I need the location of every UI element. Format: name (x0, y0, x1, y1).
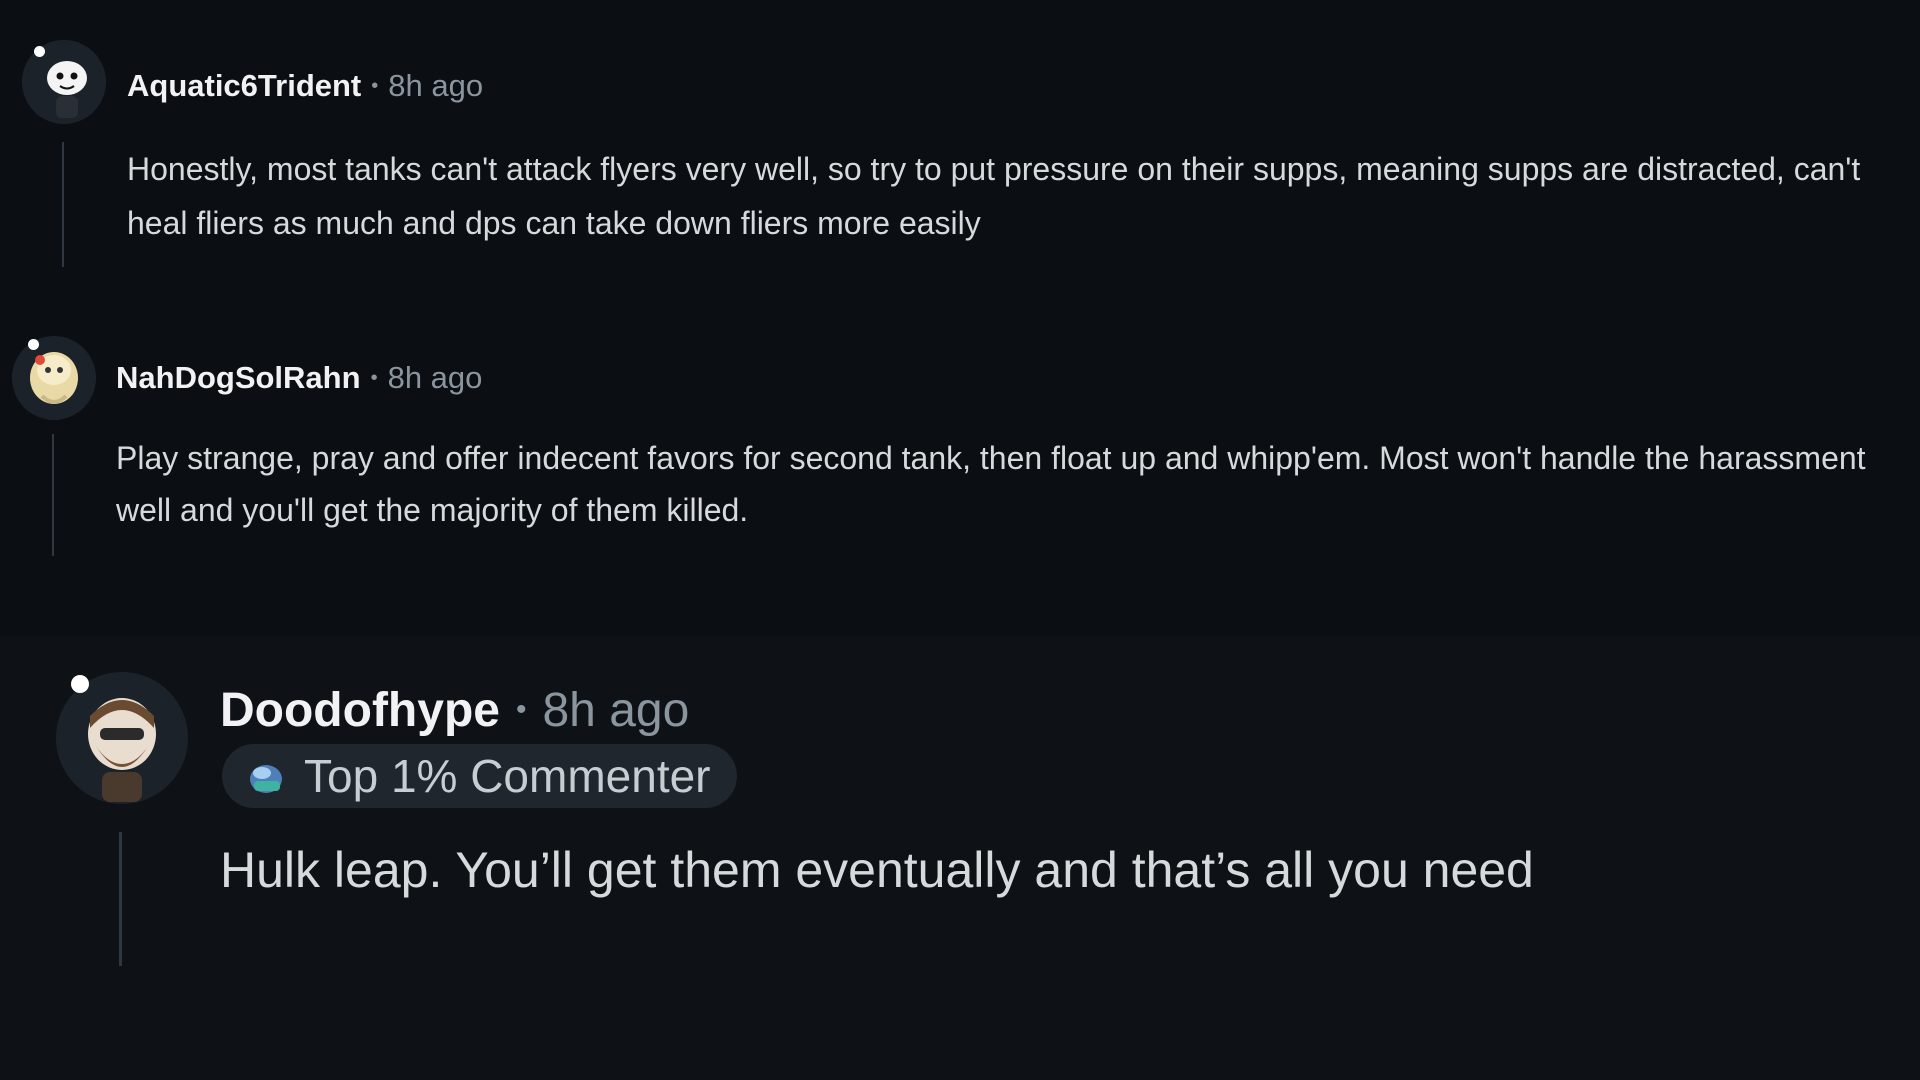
meta-separator: • (371, 74, 379, 97)
timestamp[interactable]: 8h ago (388, 68, 483, 104)
flair-label: Top 1% Commenter (304, 750, 711, 802)
username[interactable]: NahDogSolRahn (116, 360, 361, 396)
comment-3: Doodofhype • 8h ago Top 1% Commenter Hul… (0, 636, 1920, 1080)
timestamp[interactable]: 8h ago (542, 683, 689, 738)
meta-separator: • (370, 366, 378, 389)
online-indicator (71, 675, 89, 693)
comment-meta: Aquatic6Trident • 8h ago (127, 66, 483, 106)
thread-line[interactable] (52, 434, 54, 556)
snoo-avatar-icon (12, 336, 96, 420)
comment-meta: NahDogSolRahn • 8h ago (116, 358, 482, 398)
online-indicator (28, 339, 39, 350)
meta-separator: • (515, 693, 527, 726)
comment-2: NahDogSolRahn • 8h ago Play strange, pra… (0, 280, 1920, 580)
avatar[interactable] (12, 336, 96, 420)
comment-body: Hulk leap. You’ll get them eventually an… (220, 842, 1534, 898)
thread-line[interactable] (62, 142, 64, 267)
online-indicator (34, 46, 45, 57)
username[interactable]: Aquatic6Trident (127, 68, 361, 104)
username[interactable]: Doodofhype (220, 683, 500, 738)
timestamp[interactable]: 8h ago (388, 360, 483, 396)
comment-body: Honestly, most tanks can't attack flyers… (127, 151, 1861, 241)
user-flair-badge[interactable]: Top 1% Commenter (222, 744, 737, 808)
commenter-badge-icon (246, 756, 290, 796)
thread-line[interactable] (119, 832, 122, 966)
comment-meta: Doodofhype • 8h ago (220, 680, 689, 740)
comment-body: Play strange, pray and offer indecent fa… (116, 440, 1866, 528)
comment-1: Aquatic6Trident • 8h ago Honestly, most … (0, 0, 1920, 280)
